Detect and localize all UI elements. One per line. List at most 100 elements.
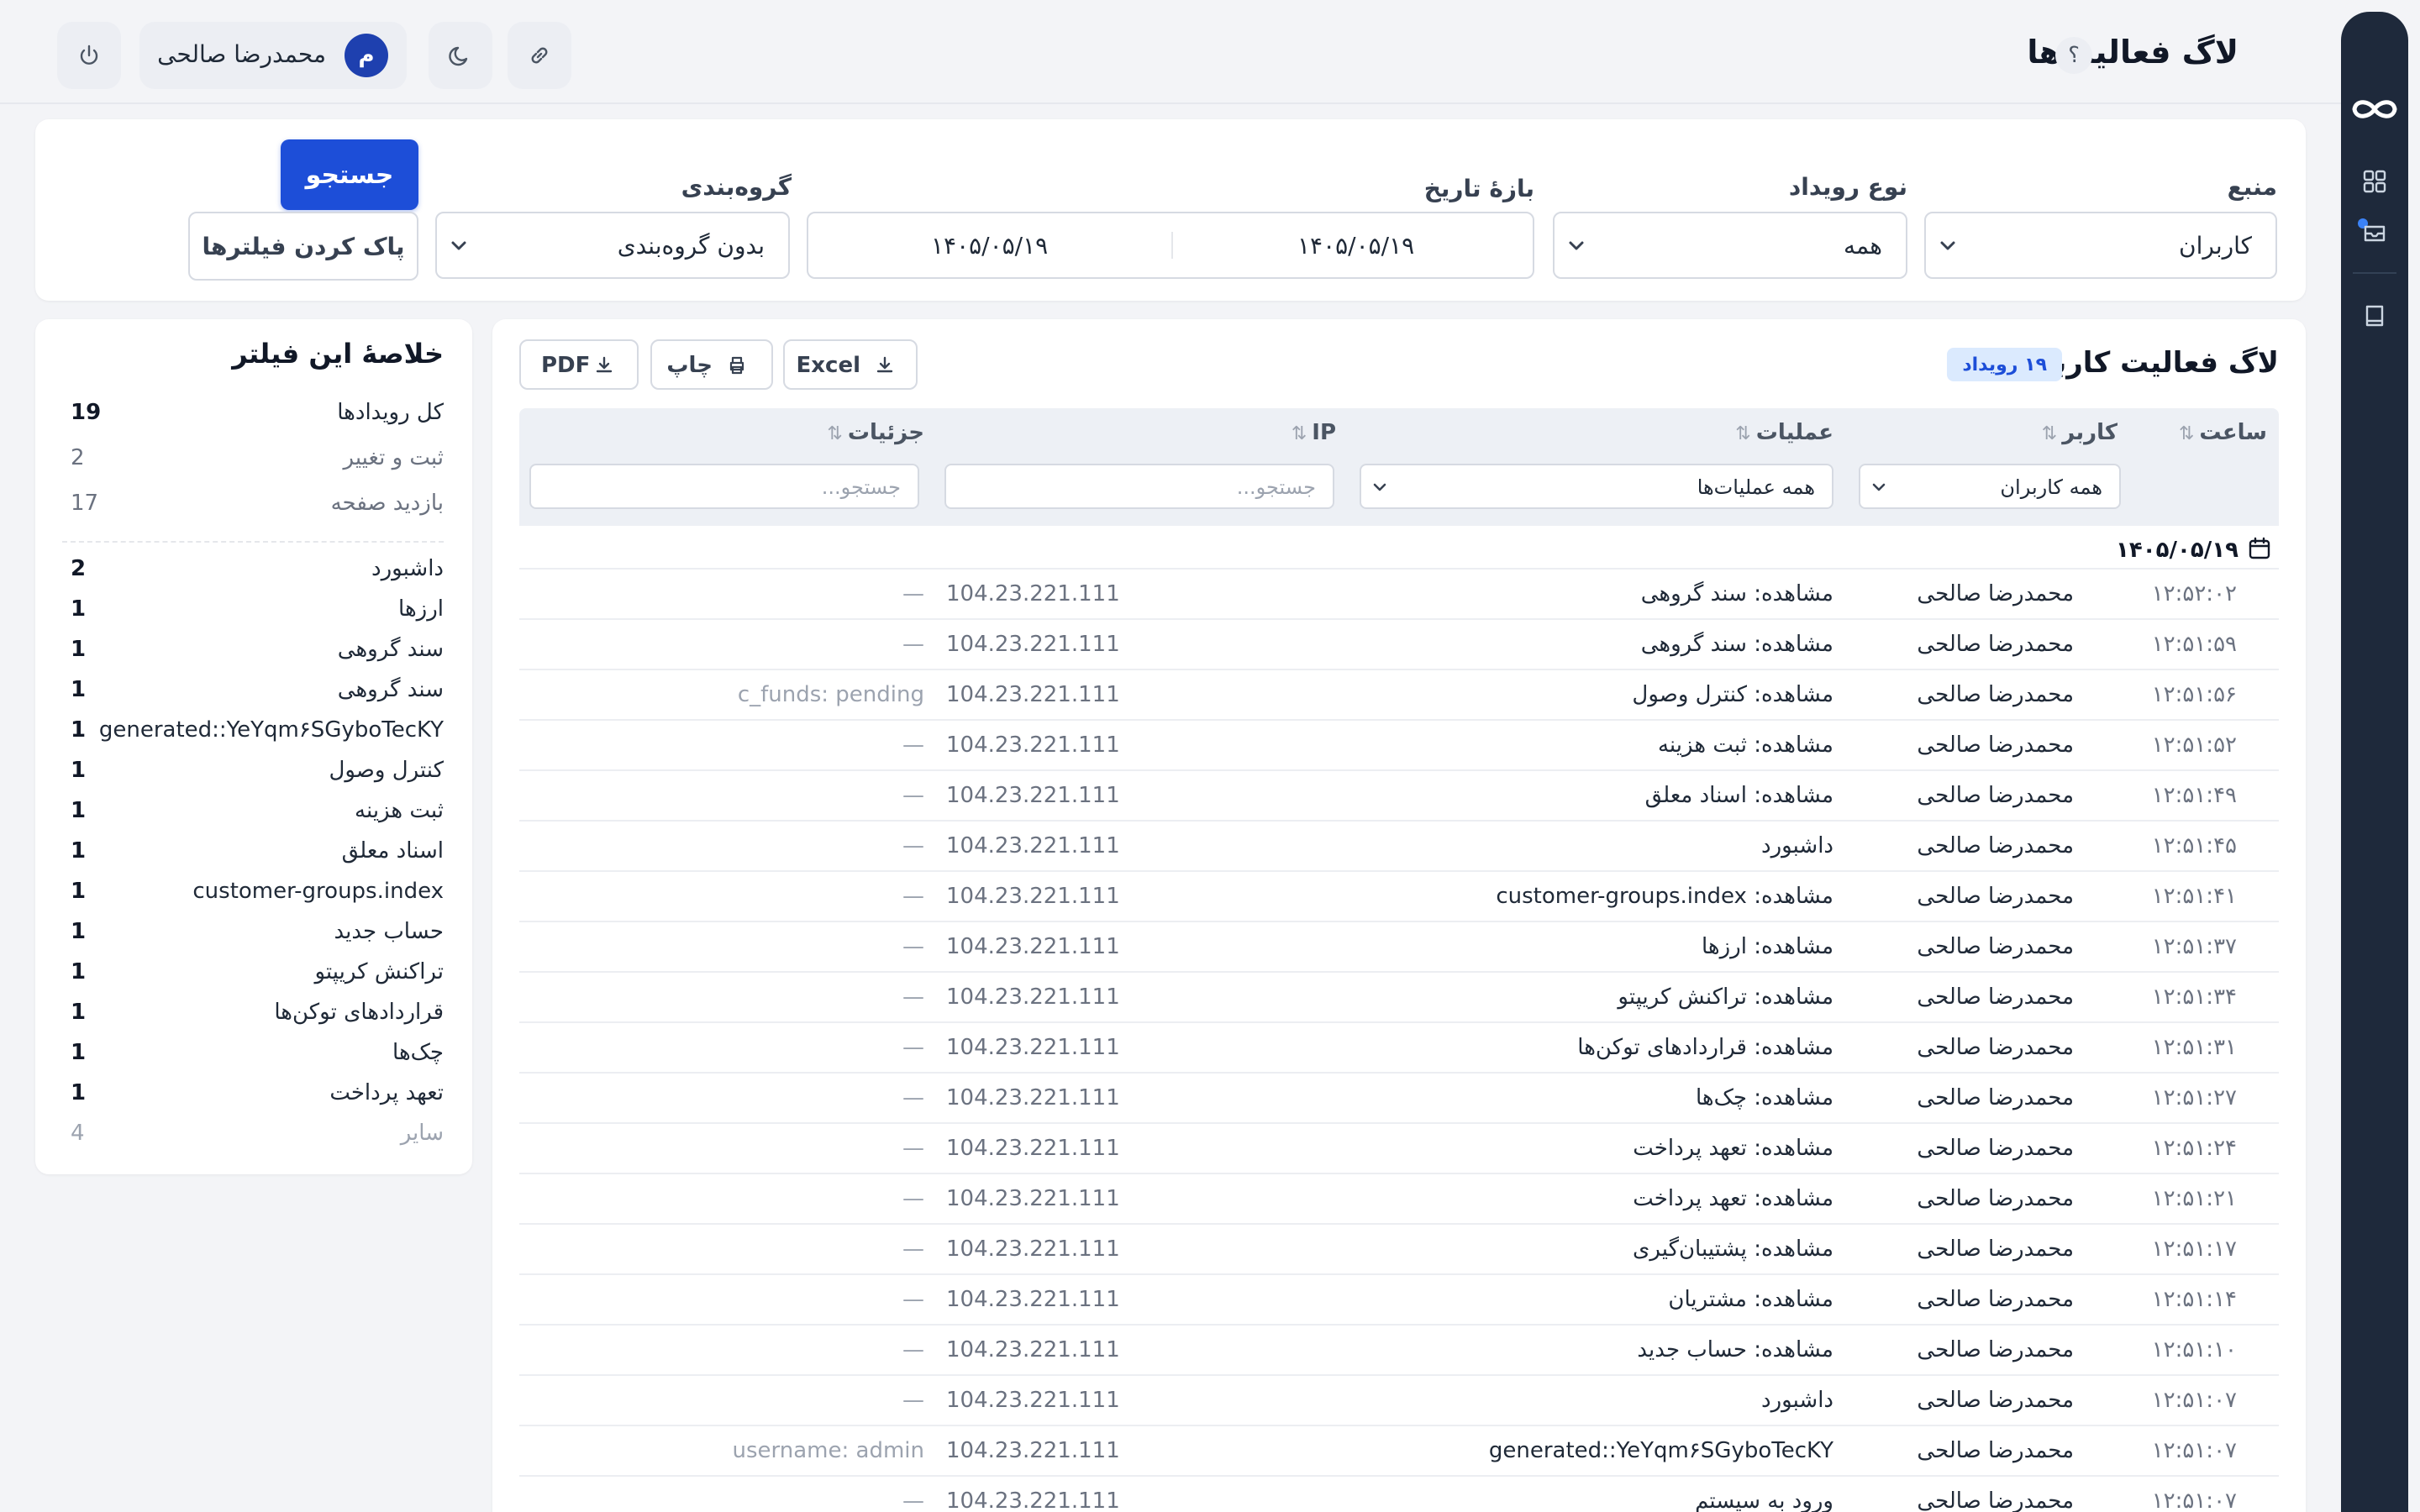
ip-search-input[interactable]: جستجو... xyxy=(944,464,1334,509)
table-row[interactable]: ۱۲:۵۱:۳۷ محمدرضا صالحی مشاهده: ارزها 104.23… xyxy=(519,921,2279,971)
cell-user: محمدرضا صالحی xyxy=(1917,1287,2074,1312)
details-search-placeholder: جستجو... xyxy=(821,475,901,499)
cell-details: — xyxy=(902,1136,924,1161)
column-header-operation[interactable]: عملیات⇅ xyxy=(1735,420,1833,445)
column-header-time[interactable]: ساعت⇅ xyxy=(2179,420,2267,445)
cell-time: ۱۲:۵۱:۱۴ xyxy=(2151,1287,2237,1312)
cell-operation: داشبورد xyxy=(1761,833,1833,858)
user-menu[interactable]: محمدرضا صالحی م xyxy=(139,22,407,89)
grid-icon[interactable] xyxy=(2361,168,2388,195)
copy-link-button[interactable] xyxy=(508,22,571,89)
help-button[interactable]: ؟ xyxy=(2055,37,2092,74)
table-row[interactable]: ۱۲:۵۱:۲۱ محمدرضا صالحی مشاهده: تعهد پرداخت… xyxy=(519,1173,2279,1223)
details-search-input[interactable]: جستجو... xyxy=(529,464,919,509)
table-row[interactable]: ۱۲:۵۱:۳۴ محمدرضا صالحی مشاهده: تراکنش کریپ… xyxy=(519,971,2279,1021)
export-pdf-button[interactable]: PDF xyxy=(519,339,639,390)
summary-page-row: سایر 4 xyxy=(62,1117,444,1151)
column-header-details[interactable]: جزئیات⇅ xyxy=(827,420,924,445)
table-row[interactable]: ۱۲:۵۱:۱۷ محمدرضا صالحی مشاهده: پشتیبان‌گیر… xyxy=(519,1223,2279,1273)
summary-page-row: ارزها 1 xyxy=(62,593,444,627)
table-header: ساعت⇅ کاربر⇅ عملیات⇅ IP⇅ جزئیات⇅ همه کار… xyxy=(519,408,2279,526)
table-row[interactable]: ۱۲:۵۱:۴۹ محمدرضا صالحی مشاهده: اسناد معلق 1… xyxy=(519,769,2279,820)
date-to[interactable]: ۱۴۰۵/۰۵/۱۹ xyxy=(931,232,1048,260)
cell-time: ۱۲:۵۱:۴۵ xyxy=(2151,833,2237,858)
summary-label: generated::YeYqm۶SGyboTecKY xyxy=(98,717,444,743)
date-range-input[interactable]: ۱۴۰۵/۰۵/۱۹ ۱۴۰۵/۰۵/۱۹ xyxy=(807,212,1534,279)
date-from[interactable]: ۱۴۰۵/۰۵/۱۹ xyxy=(1297,232,1414,260)
table-row[interactable]: ۱۲:۵۱:۰۷ محمدرضا صالحی ورود به سیستم 104.23… xyxy=(519,1475,2279,1512)
table-row[interactable]: ۱۲:۵۱:۴۵ محمدرضا صالحی داشبورد 104.23.221.1… xyxy=(519,820,2279,870)
summary-panel: خلاصهٔ این فیلتر کل رویدادها 19 ثبت و تغ… xyxy=(35,319,472,1174)
logout-button[interactable] xyxy=(57,22,121,89)
theme-toggle-button[interactable] xyxy=(429,22,492,89)
search-button[interactable]: جستجو xyxy=(281,139,418,210)
cell-time: ۱۲:۵۱:۲۱ xyxy=(2151,1186,2237,1211)
summary-total-row: ثبت و تغییر 2 xyxy=(62,442,444,475)
cell-ip: 104.23.221.111 xyxy=(946,682,1120,707)
summary-count: 1 xyxy=(71,1000,87,1025)
summary-count: 19 xyxy=(71,400,102,425)
cell-time: ۱۲:۵۱:۴۹ xyxy=(2151,783,2237,808)
top-bar: لاگ فعالیت‌ها ؟ محمدرضا صالحی م xyxy=(0,0,2341,104)
cell-details: — xyxy=(902,884,924,909)
chevron-down-icon xyxy=(1872,483,1886,491)
cell-operation: مشاهده: ثبت هزینه xyxy=(1657,732,1833,758)
cell-time: ۱۲:۵۱:۳۴ xyxy=(2151,984,2237,1010)
download-icon xyxy=(876,356,893,373)
table-row[interactable]: ۱۲:۵۱:۱۴ محمدرضا صالحی مشاهده: مشتریان 104.… xyxy=(519,1273,2279,1324)
table-row[interactable]: ۱۲:۵۱:۰۷ محمدرضا صالحی داشبورد 104.23.221.1… xyxy=(519,1374,2279,1425)
export-excel-button[interactable]: Excel xyxy=(783,339,918,390)
cell-operation: مشاهده: مشتریان xyxy=(1668,1287,1833,1312)
cell-time: ۱۲:۵۱:۰۷ xyxy=(2151,1438,2237,1463)
table-row[interactable]: ۱۲:۵۱:۵۹ محمدرضا صالحی مشاهده: سند گروهی 10… xyxy=(519,618,2279,669)
cell-operation: مشاهده: سند گروهی xyxy=(1640,632,1833,657)
cell-time: ۱۲:۵۱:۳۱ xyxy=(2151,1035,2237,1060)
event-type-label: نوع رویداد xyxy=(1788,173,1907,201)
infinity-logo-icon[interactable] xyxy=(2348,92,2402,126)
print-label: چاپ xyxy=(666,353,713,378)
table-body: ۱۲:۵۲:۰۲ محمدرضا صالحی مشاهده: سند گروهی 10… xyxy=(519,568,2279,1512)
event-type-select[interactable]: همه xyxy=(1553,212,1907,279)
avatar: م xyxy=(345,34,388,77)
cell-details: — xyxy=(902,732,924,758)
table-row[interactable]: ۱۲:۵۱:۱۰ محمدرضا صالحی مشاهده: حساب جدید 10… xyxy=(519,1324,2279,1374)
summary-page-row: سند گروهی 1 xyxy=(62,674,444,707)
table-row[interactable]: ۱۲:۵۱:۴۱ محمدرضا صالحی مشاهده: customer-gr… xyxy=(519,870,2279,921)
cell-user: محمدرضا صالحی xyxy=(1917,984,2074,1010)
cell-operation: مشاهده: تعهد پرداخت xyxy=(1633,1186,1833,1211)
moon-icon xyxy=(449,46,468,66)
cell-ip: 104.23.221.111 xyxy=(946,783,1120,808)
cell-time: ۱۲:۵۱:۵۹ xyxy=(2151,632,2237,657)
print-button[interactable]: چاپ xyxy=(650,339,773,390)
cell-details: — xyxy=(902,1488,924,1512)
source-select[interactable]: کاربران xyxy=(1924,212,2277,279)
sort-icon: ⇅ xyxy=(2041,423,2058,444)
cell-ip: 104.23.221.111 xyxy=(946,1388,1120,1413)
table-row[interactable]: ۱۲:۵۱:۵۲ محمدرضا صالحی مشاهده: ثبت هزینه 10… xyxy=(519,719,2279,769)
table-row[interactable]: ۱۲:۵۱:۵۶ محمدرضا صالحی مشاهده: کنترل وصول 1… xyxy=(519,669,2279,719)
clear-filters-button[interactable]: پاک کردن فیلترها xyxy=(188,212,418,281)
column-header-user[interactable]: کاربر⇅ xyxy=(2042,420,2118,445)
table-row[interactable]: ۱۲:۵۱:۲۷ محمدرضا صالحی مشاهده: چک‌ها 104.23… xyxy=(519,1072,2279,1122)
table-row[interactable]: ۱۲:۵۲:۰۲ محمدرضا صالحی مشاهده: سند گروهی 10… xyxy=(519,568,2279,618)
group-date-label: ۱۴۰۵/۰۵/۱۹ xyxy=(2116,538,2238,563)
column-header-ip[interactable]: IP⇅ xyxy=(1292,420,1336,445)
user-name: محمدرضا صالحی xyxy=(157,40,326,68)
book-icon[interactable] xyxy=(2361,302,2388,329)
cell-time: ۱۲:۵۲:۰۲ xyxy=(2151,581,2237,606)
cell-user: محمدرضا صالحی xyxy=(1917,1186,2074,1211)
operation-filter-value: همه عملیات‌ها xyxy=(1697,475,1815,499)
inbox-icon[interactable] xyxy=(2361,218,2388,245)
cell-user: محمدرضا صالحی xyxy=(1917,1388,2074,1413)
table-row[interactable]: ۱۲:۵۱:۰۷ محمدرضا صالحی generated::YeYqm۶SG… xyxy=(519,1425,2279,1475)
summary-count: 1 xyxy=(71,1080,87,1105)
operation-column-filter[interactable]: همه عملیات‌ها xyxy=(1360,464,1833,509)
cell-user: محمدرضا صالحی xyxy=(1917,1337,2074,1362)
table-row[interactable]: ۱۲:۵۱:۳۱ محمدرضا صالحی مشاهده: قراردادهای … xyxy=(519,1021,2279,1072)
user-column-filter[interactable]: همه کاربران xyxy=(1859,464,2121,509)
grouping-select[interactable]: بدون گروه‌بندی xyxy=(435,212,790,279)
table-row[interactable]: ۱۲:۵۱:۲۴ محمدرضا صالحی مشاهده: تعهد پرداخت… xyxy=(519,1122,2279,1173)
summary-label: اسناد معلق xyxy=(341,838,444,864)
chevron-down-icon xyxy=(1373,483,1386,491)
summary-count: 1 xyxy=(71,717,87,743)
